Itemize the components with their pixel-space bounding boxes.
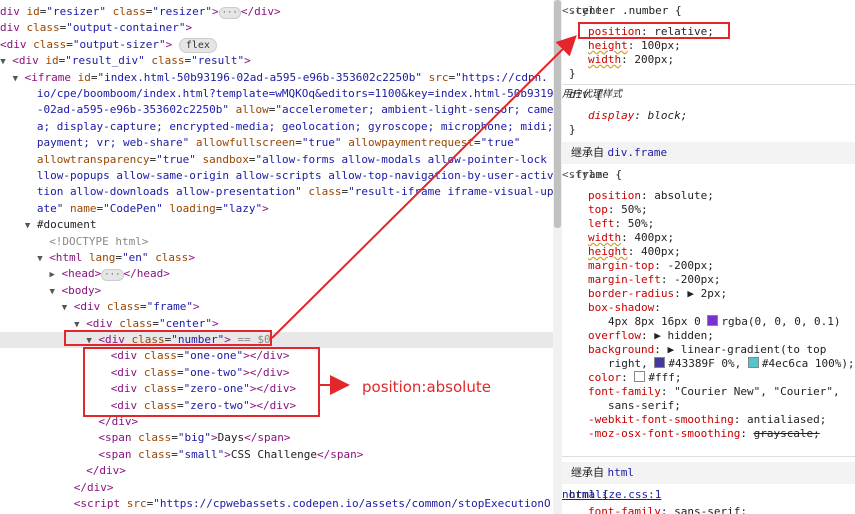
annotation-arrows [271,35,577,395]
arrow-to-position-relative [271,35,577,339]
annotation-label: position:absolute [362,378,491,396]
